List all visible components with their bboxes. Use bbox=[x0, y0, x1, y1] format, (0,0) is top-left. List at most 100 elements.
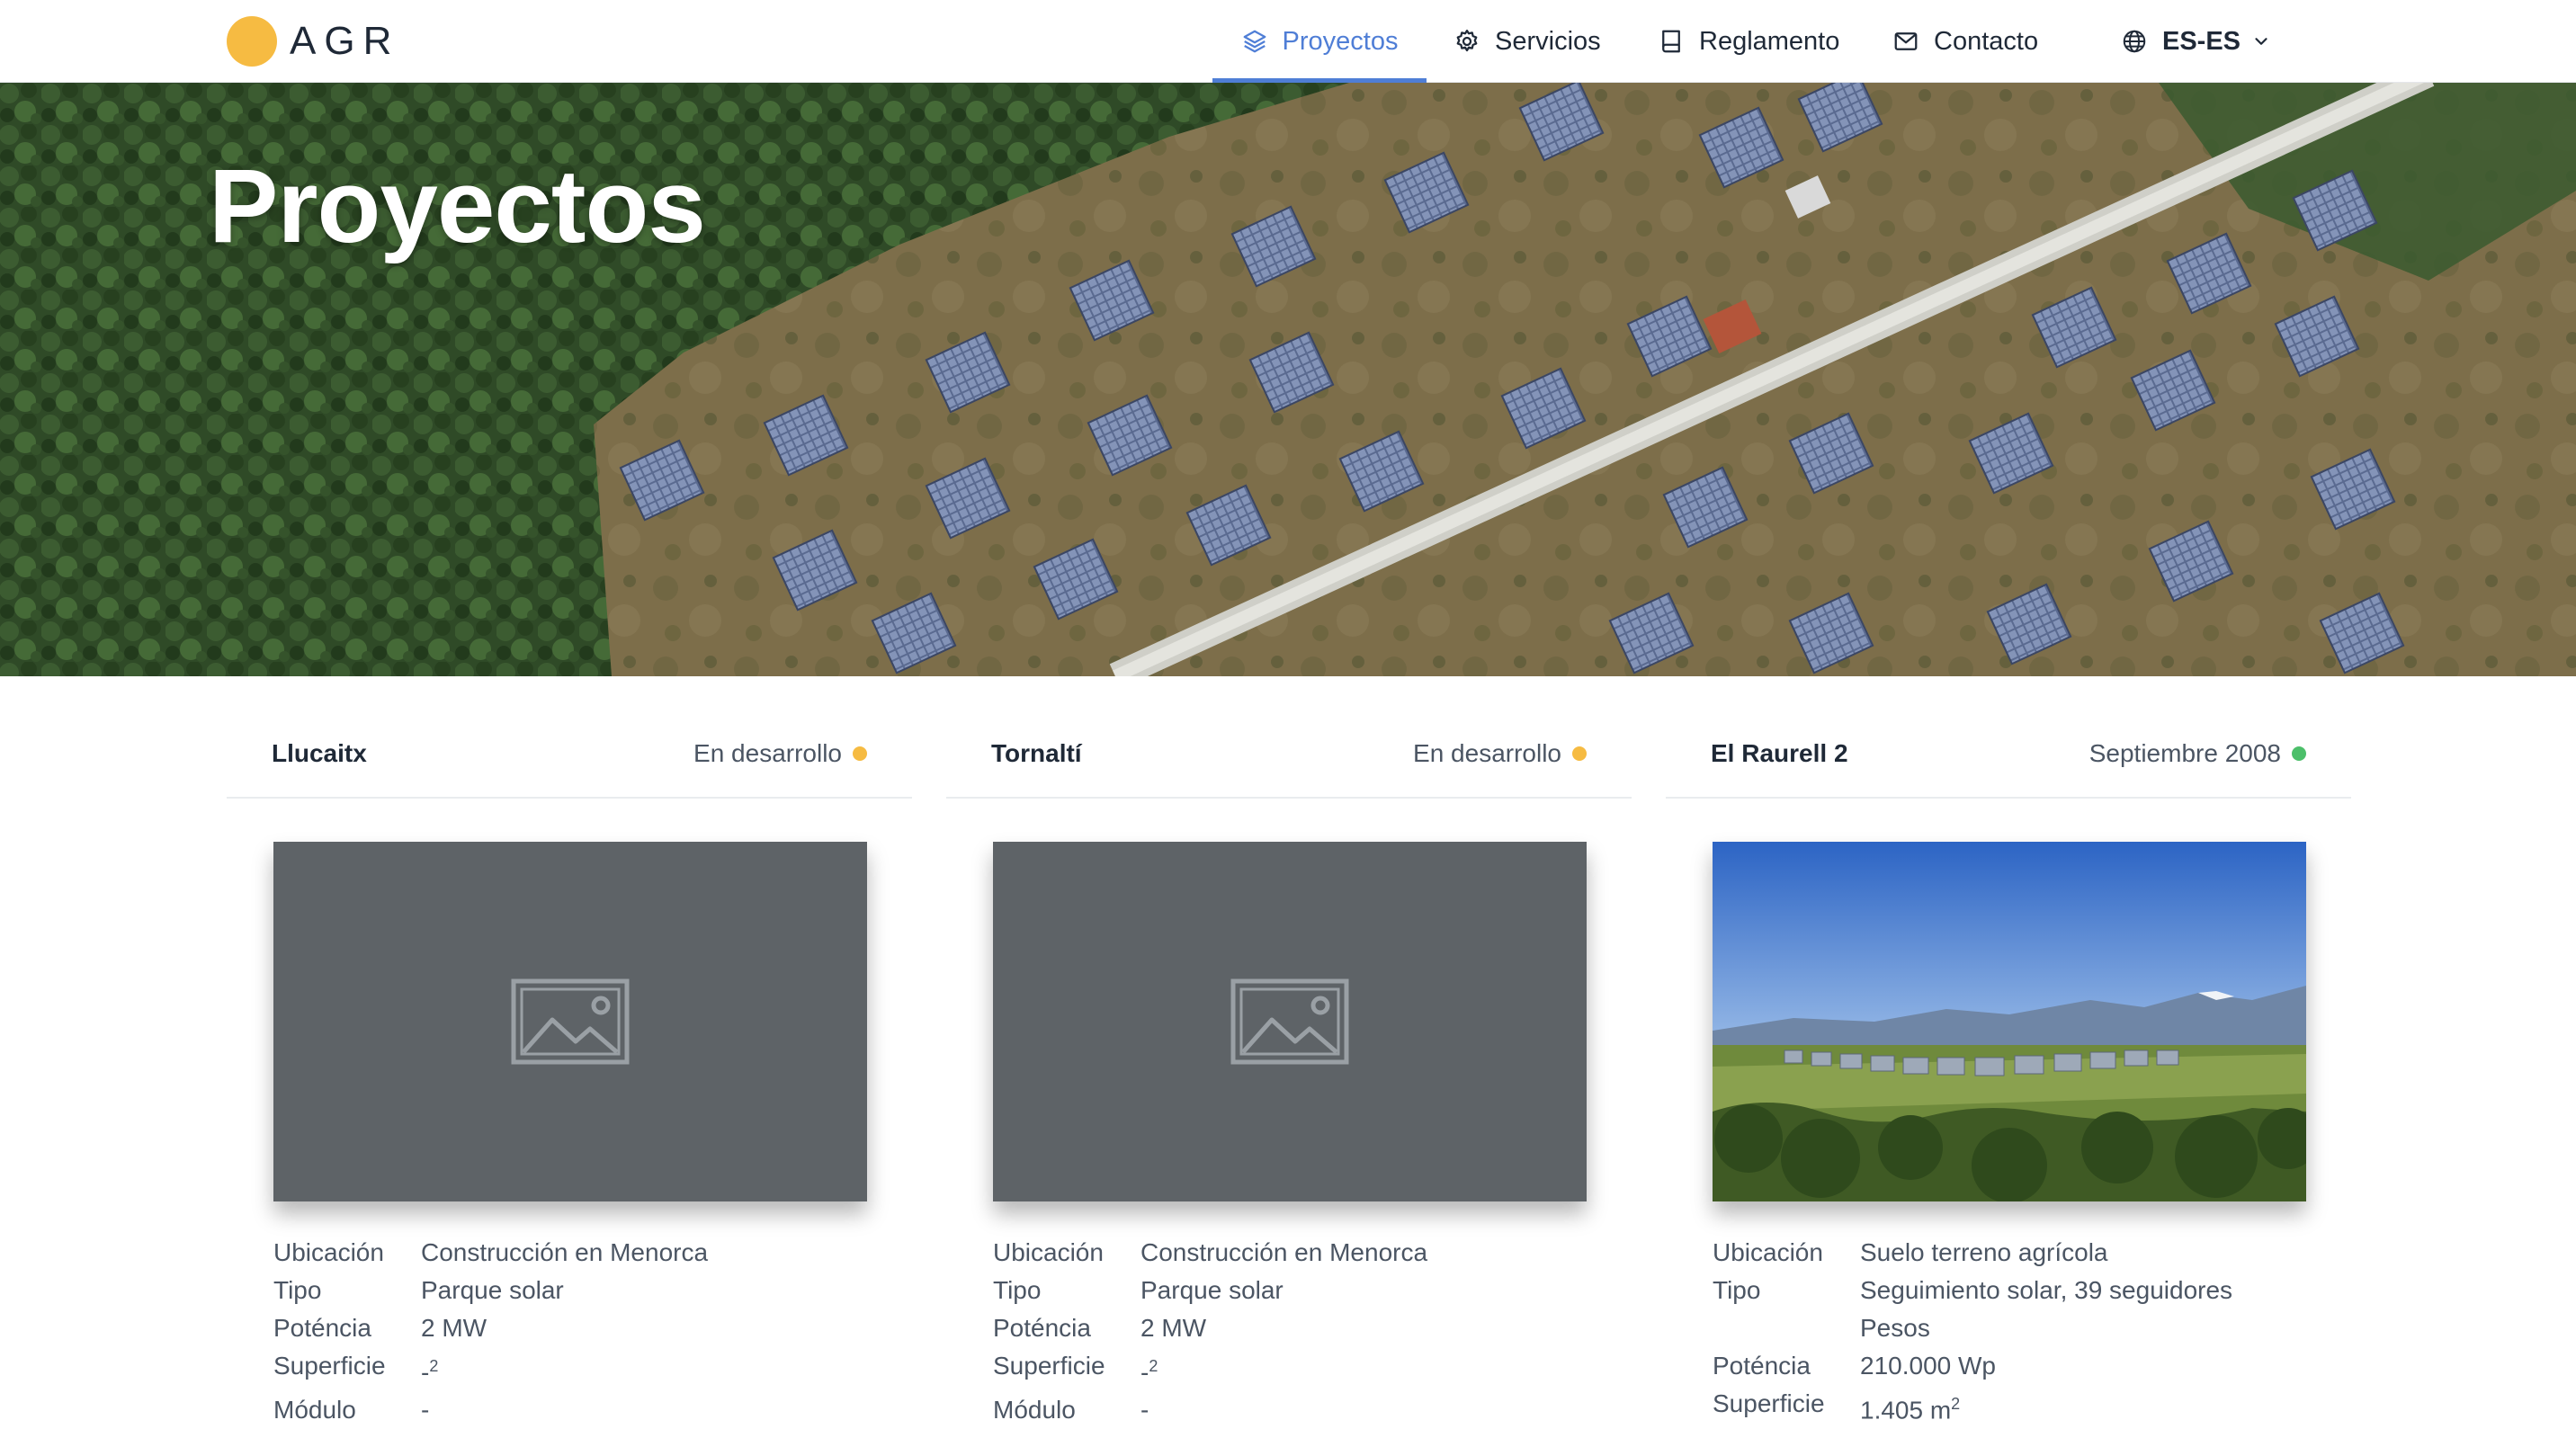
status-badge: En desarrollo bbox=[693, 739, 867, 768]
project-image-placeholder[interactable] bbox=[993, 842, 1587, 1201]
card-header: Llucaitx En desarrollo bbox=[227, 710, 912, 799]
image-placeholder-icon bbox=[1230, 978, 1349, 1065]
status-badge: Septiembre 2008 bbox=[2089, 739, 2306, 768]
spec-value: - bbox=[1140, 1396, 1149, 1425]
spec-row-potencia: Poténcia 2 MW bbox=[273, 1309, 912, 1347]
spec-label: Poténcia bbox=[1713, 1352, 1811, 1380]
spec-row-potencia: Poténcia 210.000 Wp bbox=[1713, 1347, 2351, 1385]
status-label: En desarrollo bbox=[693, 739, 842, 767]
chevron-down-icon bbox=[2255, 38, 2267, 45]
spec-value: Pesos bbox=[1860, 1314, 1930, 1342]
gear-icon bbox=[1456, 30, 1478, 52]
status-dot-icon bbox=[2292, 746, 2306, 761]
status-dot-icon bbox=[853, 746, 867, 761]
spec-row-modulo: Módulo - bbox=[273, 1391, 912, 1429]
unit-superscript: 2 bbox=[429, 1357, 439, 1375]
page-title: Proyectos bbox=[209, 147, 706, 264]
status-label: En desarrollo bbox=[1413, 739, 1561, 767]
spec-label: Ubicación bbox=[993, 1238, 1104, 1266]
card-header: Tornaltí En desarrollo bbox=[946, 710, 1632, 799]
spec-label: Superficie bbox=[1713, 1389, 1825, 1417]
spec-label: Tipo bbox=[273, 1276, 322, 1304]
globe-icon bbox=[2123, 30, 2146, 53]
spec-row-superficie: Superficie 1.405 m2 bbox=[1713, 1385, 2351, 1429]
project-specs: Ubicación Construcción en Menorca Tipo P… bbox=[273, 1234, 912, 1429]
spec-label: Poténcia bbox=[993, 1314, 1091, 1342]
spec-row-potencia: Poténcia 2 MW bbox=[993, 1309, 1632, 1347]
book-icon bbox=[1662, 30, 1680, 53]
superficie-value: 1.405 m bbox=[1860, 1396, 1952, 1425]
project-specs: Ubicación Suelo terreno agrícola Tipo Se… bbox=[1713, 1234, 2351, 1429]
brand-name: AGR bbox=[290, 19, 400, 63]
spec-row-tipo: Tipo Parque solar bbox=[273, 1272, 912, 1309]
spec-value: -2 bbox=[1140, 1347, 1632, 1391]
language-label: ES-ES bbox=[2162, 26, 2241, 56]
nav-item-reglamento[interactable]: Reglamento bbox=[1658, 0, 1839, 83]
superficie-value: - bbox=[1140, 1358, 1149, 1387]
nav-item-proyectos[interactable]: Proyectos bbox=[1212, 0, 1427, 83]
spec-value: 2 MW bbox=[421, 1314, 487, 1342]
status-label: Septiembre 2008 bbox=[2089, 739, 2281, 767]
spec-row-superficie: Superficie -2 bbox=[993, 1347, 1632, 1391]
spec-value: Seguimiento solar, 39 seguidores bbox=[1860, 1276, 2233, 1304]
spec-row-ubicacion: Ubicación Suelo terreno agrícola bbox=[1713, 1234, 2351, 1272]
spec-value: - bbox=[421, 1396, 430, 1425]
spec-value: 210.000 Wp bbox=[1860, 1352, 1996, 1380]
spec-label: Superficie bbox=[273, 1352, 386, 1380]
spec-label: Tipo bbox=[1713, 1276, 1761, 1304]
project-card-el-raurell-2[interactable]: El Raurell 2 Septiembre 2008 Ubicación S… bbox=[1666, 710, 2351, 1424]
top-navbar: AGR Proyectos Servicios Reglamento Conta… bbox=[0, 0, 2576, 83]
spec-value: Suelo terreno agrícola bbox=[1860, 1238, 2108, 1266]
spec-row-superficie: Superficie -2 bbox=[273, 1347, 912, 1391]
spec-row-ubicacion: Ubicación Construcción en Menorca bbox=[273, 1234, 912, 1272]
nav-item-servicios[interactable]: Servicios bbox=[1453, 0, 1601, 83]
spec-label: Módulo bbox=[273, 1396, 356, 1425]
project-name: Tornaltí bbox=[991, 739, 1082, 767]
language-selector[interactable]: ES-ES bbox=[2121, 0, 2271, 83]
superficie-value: - bbox=[421, 1358, 430, 1387]
solar-park-photo bbox=[1713, 842, 2306, 1201]
project-image-placeholder[interactable] bbox=[273, 842, 867, 1201]
nav-item-label: Servicios bbox=[1495, 26, 1601, 56]
nav-item-contacto[interactable]: Contacto bbox=[1892, 0, 2038, 83]
spec-label: Ubicación bbox=[1713, 1238, 1823, 1266]
spec-row-modulo: Módulo - bbox=[993, 1391, 1632, 1429]
project-name: El Raurell 2 bbox=[1711, 739, 1848, 767]
logo-sun-icon bbox=[227, 16, 277, 67]
nav-item-label: Reglamento bbox=[1699, 26, 1840, 56]
spec-row-ubicacion: Ubicación Construcción en Menorca bbox=[993, 1234, 1632, 1272]
project-card-llucaitx[interactable]: Llucaitx En desarrollo Ubicación Constru… bbox=[227, 710, 912, 1424]
nav-item-label: Proyectos bbox=[1282, 26, 1399, 56]
brand-logo[interactable]: AGR bbox=[227, 14, 399, 68]
unit-superscript: 2 bbox=[1149, 1357, 1158, 1375]
spec-row-tipo-extra: Pesos bbox=[1713, 1309, 2351, 1347]
spec-row-tipo: Tipo Seguimiento solar, 39 seguidores bbox=[1713, 1272, 2351, 1309]
layers-icon bbox=[1243, 30, 1266, 53]
project-card-tornalti[interactable]: Tornaltí En desarrollo Ubicación Constru… bbox=[946, 710, 1632, 1424]
image-placeholder-icon bbox=[511, 978, 630, 1065]
hero-banner: Proyectos bbox=[0, 83, 2576, 676]
spec-label: Superficie bbox=[993, 1352, 1105, 1380]
unit-superscript: 2 bbox=[1951, 1395, 1961, 1413]
project-specs: Ubicación Construcción en Menorca Tipo P… bbox=[993, 1234, 1632, 1429]
project-photo[interactable] bbox=[1713, 842, 2306, 1201]
spec-value: Parque solar bbox=[1140, 1276, 1284, 1304]
status-dot-icon bbox=[1572, 746, 1587, 761]
card-header: El Raurell 2 Septiembre 2008 bbox=[1666, 710, 2351, 799]
spec-row-tipo: Tipo Parque solar bbox=[993, 1272, 1632, 1309]
spec-label: Ubicación bbox=[273, 1238, 384, 1266]
spec-value: Construcción en Menorca bbox=[1140, 1238, 1428, 1266]
spec-value: 2 MW bbox=[1140, 1314, 1207, 1342]
spec-label: Tipo bbox=[993, 1276, 1042, 1304]
spec-label-empty bbox=[1713, 1309, 1860, 1347]
spec-label: Módulo bbox=[993, 1396, 1076, 1425]
status-badge: En desarrollo bbox=[1413, 739, 1587, 768]
spec-value: Construcción en Menorca bbox=[421, 1238, 709, 1266]
project-name: Llucaitx bbox=[272, 739, 367, 767]
spec-value: -2 bbox=[421, 1347, 912, 1391]
spec-value: Parque solar bbox=[421, 1276, 564, 1304]
nav-item-label: Contacto bbox=[1934, 26, 2039, 56]
spec-label: Poténcia bbox=[273, 1314, 371, 1342]
spec-value: 1.405 m2 bbox=[1860, 1385, 2351, 1429]
mail-icon bbox=[1894, 32, 1918, 50]
